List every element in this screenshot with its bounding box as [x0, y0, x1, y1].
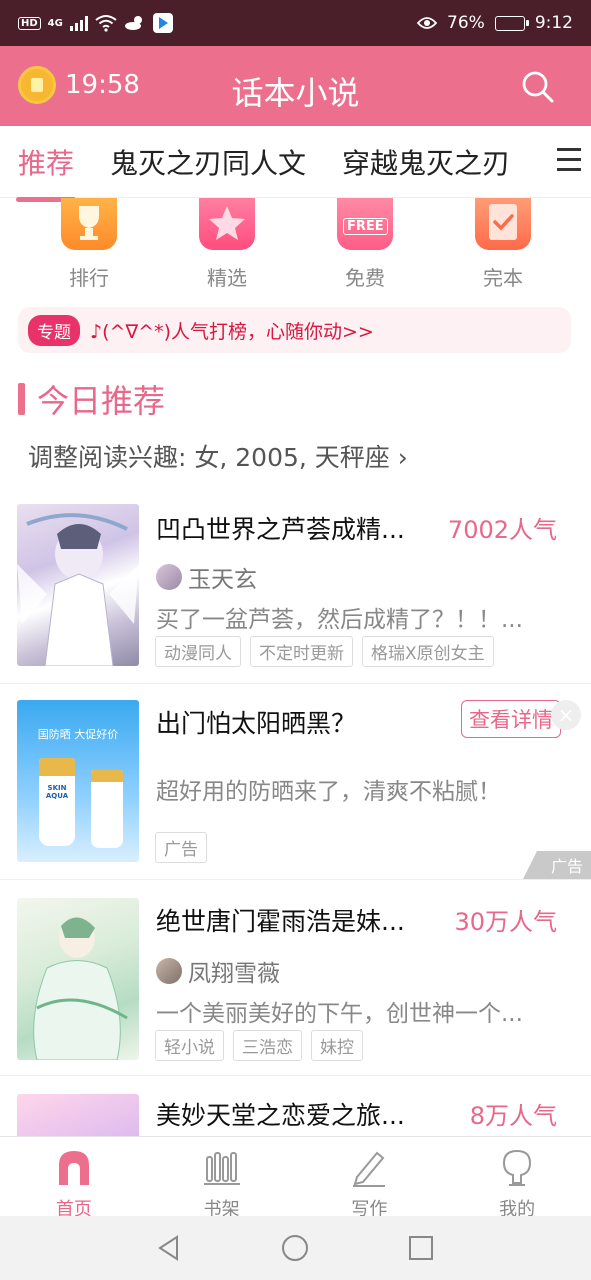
book-tag[interactable]: 三浩恋 — [233, 1030, 302, 1061]
ad-detail-button[interactable]: 查看详情 — [461, 700, 561, 738]
ad-tag: 广告 — [155, 832, 207, 863]
trophy-icon — [61, 198, 117, 250]
book-cover — [17, 1094, 139, 1136]
author-name: 凤翔雪薇 — [188, 961, 280, 987]
home-circle-icon[interactable] — [281, 1234, 309, 1262]
status-time: 9:12 — [534, 13, 573, 33]
book-tag[interactable]: 不定时更新 — [250, 636, 353, 667]
reading-interest-link[interactable]: 调整阅读兴趣: 女, 2005, 天秤座 › — [28, 438, 408, 474]
book-card[interactable]: 美妙天堂之恋爱之旅... 8万人气 — [0, 1076, 591, 1136]
book-tag[interactable]: 动漫同人 — [155, 636, 241, 667]
topic-text: ♪(^∇^*)人气打榜，心随你动>> — [90, 320, 374, 343]
search-icon[interactable] — [521, 70, 555, 104]
hd-indicator: HD — [18, 16, 41, 30]
book-cover — [17, 504, 139, 666]
book-card[interactable]: 凹凸世界之芦荟成精... 7002人气 玉天玄 买了一盆芦荟，然后成精了？！！.… — [0, 488, 591, 684]
pencil-icon — [353, 1151, 386, 1187]
ad-cover-brand: SKIN AQUA — [45, 784, 69, 800]
book-tags: 动漫同人 不定时更新 格瑞X原创女主 — [155, 636, 494, 667]
app-notification-icon — [152, 13, 173, 33]
ad-title: 出门怕太阳晒黑？ — [156, 709, 357, 738]
book-description: 一个美丽美好的下午，创世神一个... — [156, 1001, 523, 1027]
ad-description: 超好用的防晒来了，清爽不粘腻！ — [156, 779, 501, 805]
app-title: 话本小说 — [231, 74, 360, 112]
recent-apps-icon[interactable] — [407, 1234, 435, 1262]
nav-home[interactable]: 首页 — [0, 1137, 148, 1220]
book-title: 绝世唐门霍雨浩是妹... — [156, 907, 405, 936]
avatar — [156, 958, 182, 984]
profile-icon — [503, 1149, 532, 1186]
book-cover — [17, 898, 139, 1060]
quick-entry-label: 免费 — [345, 266, 385, 290]
free-icon-text: FREE — [343, 218, 388, 235]
star-icon — [199, 198, 255, 250]
avatar — [156, 564, 182, 590]
network-type: 4G — [47, 17, 63, 29]
book-tag[interactable]: 妹控 — [311, 1030, 363, 1061]
home-icon — [58, 1151, 89, 1185]
tab-recommend[interactable]: 推荐 — [0, 142, 92, 202]
topic-badge: 专题 — [28, 314, 80, 346]
close-icon[interactable]: × — [551, 700, 581, 730]
book-tag[interactable]: 轻小说 — [155, 1030, 224, 1061]
book-tag[interactable]: 格瑞X原创女主 — [362, 636, 494, 667]
ad-cover: 国防晒 大促好价 SKIN AQUA — [17, 700, 139, 862]
book-popularity: 30万人气 — [454, 908, 557, 936]
back-icon[interactable] — [155, 1234, 183, 1262]
wifi-icon — [95, 15, 117, 32]
system-navigation-bar — [0, 1216, 591, 1280]
sunscreen-bottle-image: SKIN AQUA — [39, 758, 75, 846]
quick-entries: 排行 精选 FREE 免费 完本 — [0, 198, 591, 298]
quick-entry-free[interactable]: FREE 免费 — [315, 198, 415, 291]
book-title: 美妙天堂之恋爱之旅... — [156, 1101, 405, 1130]
eye-comfort-icon — [417, 17, 438, 29]
section-accent-bar — [18, 383, 25, 415]
bottom-navigation: 首页 书架 写作 我的 — [0, 1136, 591, 1220]
nav-write[interactable]: 写作 — [296, 1137, 444, 1220]
nav-bookshelf[interactable]: 书架 — [148, 1137, 296, 1220]
ad-card[interactable]: 国防晒 大促好价 SKIN AQUA 出门怕太阳晒黑？ 查看详情 × 超好用的防… — [0, 684, 591, 880]
quick-entry-selected[interactable]: 精选 — [177, 198, 277, 291]
check-icon — [475, 198, 531, 250]
app-header: 19:58 话本小说 — [0, 46, 591, 126]
quick-entry-rank[interactable]: 排行 — [39, 198, 139, 291]
book-popularity: 7002人气 — [447, 516, 557, 544]
category-tabs: 推荐 鬼灭之刃同人文 穿越鬼灭之刃 — [0, 126, 591, 202]
book-author: 玉天玄 — [156, 560, 257, 594]
tab-demon-slayer-fanfic[interactable]: 鬼灭之刃同人文 — [92, 142, 324, 182]
signal-icon — [69, 15, 88, 31]
quick-entry-label: 精选 — [207, 266, 247, 290]
section-title: 今日推荐 — [18, 376, 165, 422]
ad-tags: 广告 — [155, 832, 207, 863]
status-bar: HD 4G 76% 9:12 — [0, 0, 591, 46]
book-tags: 轻小说 三浩恋 妹控 — [155, 1030, 363, 1061]
sunscreen-tube-image — [91, 770, 123, 848]
nav-profile[interactable]: 我的 — [443, 1137, 591, 1220]
ad-cover-headline: 国防晒 大促好价 — [37, 728, 119, 741]
topic-banner[interactable]: 专题 ♪(^∇^*)人气打榜，心随你动>> — [18, 307, 571, 353]
quick-entry-label: 完本 — [483, 266, 523, 290]
author-name: 玉天玄 — [188, 567, 257, 593]
ad-mark: 广告 — [522, 851, 591, 879]
tab-demon-slayer-isekai[interactable]: 穿越鬼灭之刃 — [324, 142, 528, 182]
menu-icon[interactable] — [555, 148, 581, 172]
book-author: 凤翔雪薇 — [156, 954, 280, 988]
book-popularity: 8万人气 — [469, 1102, 557, 1130]
book-card[interactable]: 绝世唐门霍雨浩是妹... 30万人气 凤翔雪薇 一个美丽美好的下午，创世神一个.… — [0, 880, 591, 1076]
book-title: 凹凸世界之芦荟成精... — [156, 515, 405, 544]
quick-entry-completed[interactable]: 完本 — [453, 198, 553, 291]
free-icon: FREE — [337, 198, 393, 250]
quick-entry-label: 排行 — [69, 266, 109, 290]
battery-icon — [494, 15, 529, 31]
section-title-text: 今日推荐 — [37, 382, 166, 420]
bookshelf-icon — [203, 1152, 240, 1185]
battery-percent: 76% — [447, 13, 485, 33]
weather-icon — [124, 16, 142, 30]
book-description: 买了一盆芦荟，然后成精了？！！... — [156, 607, 523, 633]
